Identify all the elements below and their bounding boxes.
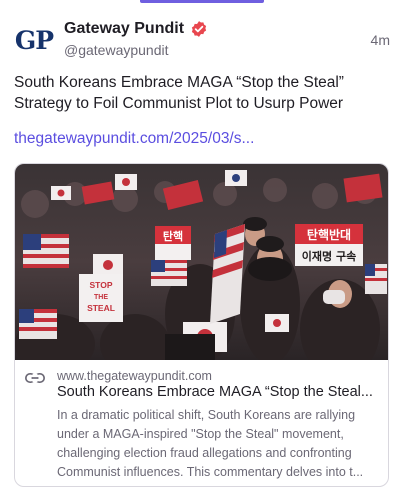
svg-text:탄핵: 탄핵 xyxy=(163,229,183,243)
post-link[interactable]: thegatewaypundit.com/2025/03/s... xyxy=(14,130,254,148)
post[interactable]: GP Gateway Pundit @gatewaypundit 4m Sout… xyxy=(0,0,404,500)
svg-text:이재명 구속: 이재명 구속 xyxy=(302,249,356,263)
post-timestamp[interactable]: 4m xyxy=(371,32,390,48)
avatar-logo-text: GP xyxy=(14,25,54,55)
svg-text:THE: THE xyxy=(94,294,108,301)
post-header: GP Gateway Pundit @gatewaypundit 4m xyxy=(14,18,390,64)
display-name[interactable]: Gateway Pundit xyxy=(64,20,184,38)
avatar[interactable]: GP xyxy=(14,20,54,60)
svg-text:탄핵반대: 탄핵반대 xyxy=(307,227,351,242)
card-description: In a dramatic political shift, South Kor… xyxy=(57,408,364,479)
link-preview-card[interactable]: STOP THE STEAL 탄핵반대 이재명 구속 탄핵 www.thegat… xyxy=(14,163,389,487)
card-image: STOP THE STEAL 탄핵반대 이재명 구속 탄핵 xyxy=(15,164,388,360)
card-title[interactable]: South Koreans Embrace MAGA “Stop the Ste… xyxy=(57,384,379,400)
post-text: South Koreans Embrace MAGA “Stop the Ste… xyxy=(14,74,344,112)
card-domain: www.thegatewaypundit.com xyxy=(57,369,212,383)
link-icon xyxy=(25,373,45,383)
display-name-row: Gateway Pundit xyxy=(64,20,208,38)
author-names: Gateway Pundit @gatewaypundit xyxy=(64,20,208,58)
card-body: www.thegatewaypundit.com South Koreans E… xyxy=(15,360,388,486)
svg-text:STEAL: STEAL xyxy=(87,303,115,313)
svg-text:STOP: STOP xyxy=(90,280,113,290)
verified-badge-icon xyxy=(191,21,207,37)
author-handle[interactable]: @gatewaypundit xyxy=(64,42,208,58)
